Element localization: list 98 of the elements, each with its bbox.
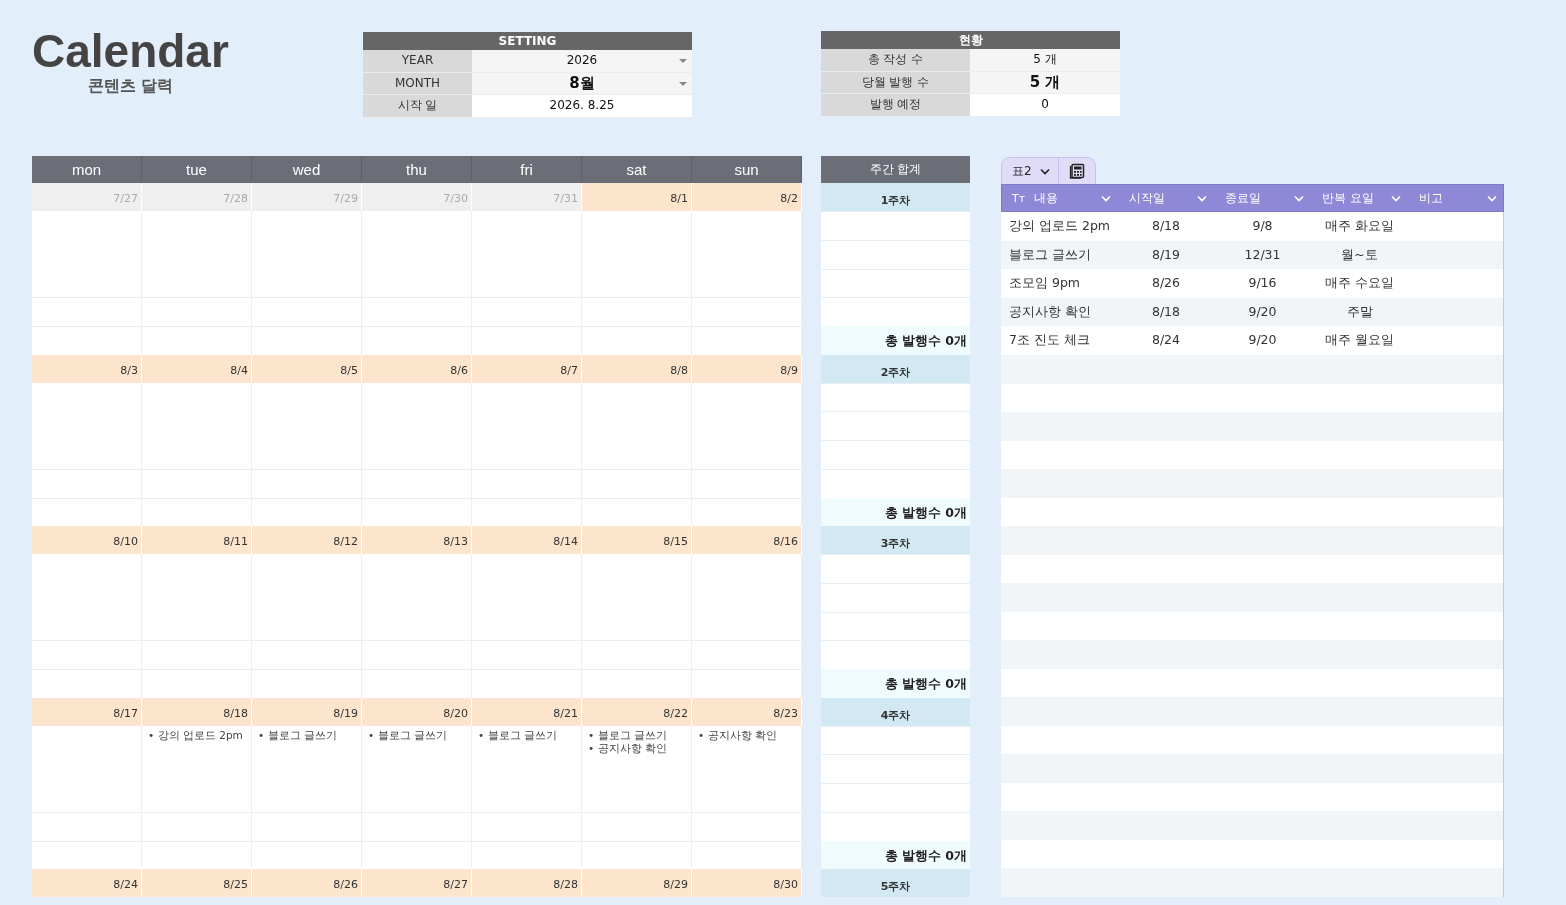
field-label: 총 작성 수 bbox=[821, 49, 970, 71]
table-cell-text: 8/19 bbox=[1150, 245, 1182, 264]
date-cell: 8/24 bbox=[32, 869, 142, 897]
date-cell: 7/28 bbox=[142, 183, 252, 211]
table-cell-text: 블로그 글쓰기 bbox=[1008, 245, 1092, 264]
date-cell: 8/19 bbox=[252, 697, 362, 726]
week-label: 4주차 bbox=[821, 697, 970, 726]
table-cell-text: 8/18 bbox=[1150, 217, 1182, 235]
date-cell: 8/13 bbox=[362, 526, 472, 554]
weekly-total: 총 발행수 0개 bbox=[821, 326, 970, 355]
dropdown-arrow-icon bbox=[679, 59, 687, 63]
date-cell: 8/18 bbox=[142, 697, 252, 726]
setting-title: SETTING bbox=[363, 32, 692, 50]
date-cell: 8/21 bbox=[472, 697, 582, 726]
event-entry[interactable]: • 블로그 글쓰기 bbox=[588, 728, 691, 742]
date-cell: 8/26 bbox=[252, 869, 362, 897]
event-entry[interactable]: • 블로그 글쓰기 bbox=[368, 728, 471, 742]
date-cell: 8/14 bbox=[472, 526, 582, 554]
dropdown-field[interactable]: 8월 bbox=[472, 72, 692, 94]
date-cell: 8/12 bbox=[252, 526, 362, 554]
chevron-down-icon bbox=[1197, 194, 1207, 202]
table-cell-text: 9/20 bbox=[1247, 331, 1278, 349]
date-cell: 8/10 bbox=[32, 526, 142, 554]
field-label: 당월 발행 수 bbox=[821, 71, 970, 93]
table-cell-text: 12/31 bbox=[1243, 245, 1282, 264]
value-field: 2026. 8.25 bbox=[472, 95, 692, 117]
date-cell: 8/9 bbox=[692, 354, 802, 383]
chevron-down-icon bbox=[1487, 194, 1497, 202]
chevron-down-icon bbox=[1039, 167, 1050, 175]
field-label: 시작 일 bbox=[363, 95, 472, 117]
value-field: 5 개 bbox=[970, 49, 1120, 71]
table-cell-text: 9/8 bbox=[1251, 217, 1274, 235]
table-cell-text: 월~토 bbox=[1340, 245, 1379, 264]
week-label: 1주차 bbox=[821, 183, 970, 211]
weekly-total: 총 발행수 0개 bbox=[821, 669, 970, 698]
date-cell: 8/22 bbox=[582, 697, 692, 726]
date-cell: 8/3 bbox=[32, 354, 142, 383]
date-cell: 8/4 bbox=[142, 354, 252, 383]
field-label: MONTH bbox=[363, 72, 472, 94]
date-cell: 8/1 bbox=[582, 183, 692, 211]
table-cell-text: 8/24 bbox=[1150, 331, 1182, 349]
table-cell-text: 9/16 bbox=[1247, 274, 1278, 292]
chevron-down-icon bbox=[1391, 194, 1401, 202]
date-cell: 8/17 bbox=[32, 697, 142, 726]
weekly-total: 총 발행수 0개 bbox=[821, 497, 970, 526]
event-entry[interactable]: • 강의 업로드 2pm bbox=[148, 728, 251, 742]
table-cell-text: 강의 업로드 2pm bbox=[1008, 217, 1111, 235]
chevron-down-icon bbox=[1101, 194, 1111, 202]
date-cell: 8/11 bbox=[142, 526, 252, 554]
value-field: 5 개 bbox=[970, 71, 1120, 93]
week-label: 5주차 bbox=[821, 869, 970, 897]
table-cell-text: 주말 bbox=[1345, 302, 1374, 321]
date-cell: 7/29 bbox=[252, 183, 362, 211]
event-entry[interactable]: • 블로그 글쓰기 bbox=[258, 728, 361, 742]
app-subtitle: 콘텐츠 달력 bbox=[87, 76, 174, 97]
status-title: 현황 bbox=[821, 31, 1120, 49]
table-cell-text: 9/20 bbox=[1247, 302, 1278, 321]
date-cell: 8/7 bbox=[472, 354, 582, 383]
field-label: 발행 예정 bbox=[821, 94, 970, 116]
date-cell: 8/5 bbox=[252, 354, 362, 383]
date-cell: 8/2 bbox=[692, 183, 802, 211]
text-type-icon: Tт bbox=[1012, 191, 1026, 205]
week-label: 2주차 bbox=[821, 354, 970, 383]
table-cell-text: 8/26 bbox=[1150, 274, 1182, 292]
date-cell: 8/23 bbox=[692, 697, 802, 726]
date-cell: 8/28 bbox=[472, 869, 582, 897]
date-cell: 7/31 bbox=[472, 183, 582, 211]
date-cell: 8/16 bbox=[692, 526, 802, 554]
value-field: 0 bbox=[970, 94, 1120, 116]
date-cell: 8/25 bbox=[142, 869, 252, 897]
event-entry[interactable]: • 공지사항 확인 bbox=[588, 741, 691, 755]
date-cell: 7/30 bbox=[362, 183, 472, 211]
date-cell: 8/29 bbox=[582, 869, 692, 897]
table-cell-text: 8/18 bbox=[1150, 302, 1182, 321]
table-cell-text: 매주 월요일 bbox=[1324, 331, 1395, 349]
event-entry[interactable]: • 공지사항 확인 bbox=[698, 728, 801, 742]
dropdown-arrow-icon bbox=[679, 81, 687, 86]
table-cell-text: 7조 진도 체크 bbox=[1008, 331, 1091, 349]
date-cell: 8/27 bbox=[362, 869, 472, 897]
chevron-down-icon bbox=[1294, 194, 1304, 202]
table-cell-text: 매주 수요일 bbox=[1324, 274, 1395, 292]
date-cell: 8/15 bbox=[582, 526, 692, 554]
date-cell: 8/8 bbox=[582, 354, 692, 383]
table-cell-text: 매주 화요일 bbox=[1324, 217, 1395, 235]
weekly-total: 총 발행수 0개 bbox=[821, 840, 970, 869]
date-cell: 7/27 bbox=[32, 183, 142, 211]
table-cell-text: 조모임 9pm bbox=[1008, 274, 1082, 292]
date-cell: 8/20 bbox=[362, 697, 472, 726]
table-cell-text: 공지사항 확인 bbox=[1008, 302, 1092, 321]
date-cell: 8/6 bbox=[362, 354, 472, 383]
date-cell: 8/30 bbox=[692, 869, 802, 897]
field-label: YEAR bbox=[363, 50, 472, 72]
app-title: Calendar bbox=[32, 28, 229, 74]
week-label: 3주차 bbox=[821, 526, 970, 554]
event-entry[interactable]: • 블로그 글쓰기 bbox=[478, 728, 581, 742]
calculator-icon[interactable] bbox=[1068, 163, 1085, 179]
dropdown-field[interactable]: 2026 bbox=[472, 50, 692, 72]
weekly-header: 주간 합계 bbox=[821, 156, 970, 183]
